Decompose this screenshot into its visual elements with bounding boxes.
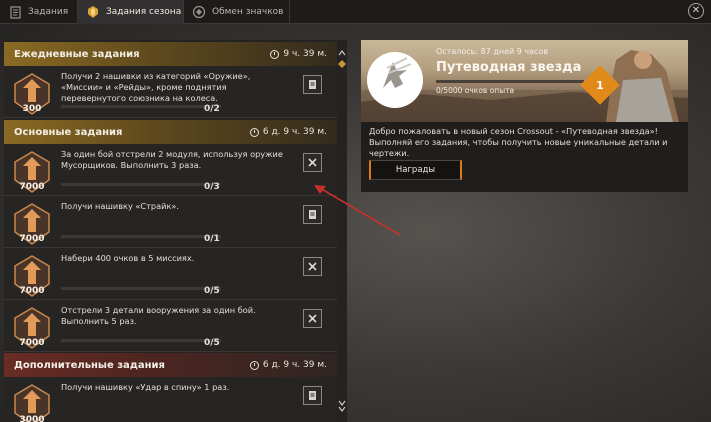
rewards-button-label: Награды — [395, 165, 436, 175]
crossed-guns-icon — [308, 262, 317, 271]
quest-item[interactable]: 7000 Отстрели 3 детали вооружения за оди… — [4, 300, 337, 352]
main-quests-timer: 6 д. 9 ч. 39 м. — [249, 120, 327, 144]
crossed-guns-icon — [308, 158, 317, 167]
quest-details-button[interactable] — [303, 153, 322, 172]
extra-quests-timer: 6 д. 9 ч. 39 м. — [249, 353, 327, 377]
document-icon — [309, 80, 316, 89]
quest-points: 3000 — [19, 415, 45, 422]
quest-progress: 0/5 — [204, 338, 220, 348]
main-timer-text: 6 д. 9 ч. 39 м. — [262, 127, 327, 137]
daily-quests-title: Ежедневные задания — [14, 48, 140, 60]
crossed-guns-icon — [308, 314, 317, 323]
document-icon — [309, 391, 316, 400]
annotation-arrow — [314, 185, 401, 236]
quest-item[interactable]: 3000 Получи нашивку «Удар в спину» 1 раз… — [4, 377, 337, 422]
quest-progress: 0/2 — [204, 104, 220, 114]
daily-quests-timer: 9 ч. 39 м. — [270, 42, 327, 66]
season-level: 1 — [596, 78, 604, 92]
season-card: Осталось: 87 дней 9 часов Путеводная зве… — [361, 40, 688, 192]
tab-season-quests[interactable]: Задания сезона — [78, 0, 184, 24]
quest-points: 7000 — [19, 286, 45, 296]
quest-points: 7000 — [19, 182, 45, 192]
scroll-thumb-icon[interactable] — [338, 60, 346, 68]
daily-quests-header: Ежедневные задания 9 ч. 39 м. — [4, 42, 337, 66]
quest-item[interactable]: 300 Получи 2 нашивки из категорий «Оружи… — [4, 66, 337, 118]
close-icon: ✕ — [691, 5, 701, 16]
quest-item[interactable]: 7000 Набери 400 очков в 5 миссиях. 0/5 — [4, 248, 337, 300]
extra-quests-title: Дополнительные задания — [14, 359, 165, 371]
season-quests-icon — [86, 5, 100, 19]
quest-details-button[interactable] — [303, 257, 322, 276]
tab-badge-exchange-label: Обмен значков — [212, 7, 284, 17]
clock-icon — [249, 127, 259, 137]
extra-timer-text: 6 д. 9 ч. 39 м. — [262, 360, 327, 370]
badge-exchange-icon — [192, 5, 206, 19]
quest-details-button[interactable] — [303, 309, 322, 328]
quest-progress-bar — [61, 183, 221, 186]
season-xp-text: 0/5000 очков опыта — [436, 86, 515, 95]
tab-badge-exchange[interactable]: Обмен значков — [184, 0, 290, 24]
tab-season-quests-label: Задания сезона — [106, 7, 182, 17]
season-banner: Осталось: 87 дней 9 часов Путеводная зве… — [361, 40, 688, 122]
quest-points: 300 — [22, 104, 42, 114]
quest-item[interactable]: 7000 Получи нашивку «Страйк». 0/1 — [4, 196, 337, 248]
quest-progress-bar — [61, 235, 221, 238]
chevron-up-icon[interactable] — [338, 50, 346, 56]
season-welcome-text: Добро пожаловать в новый сезон Crossout … — [369, 126, 668, 158]
quest-progress: 0/3 — [204, 182, 220, 192]
quest-details-button[interactable] — [303, 386, 322, 405]
quest-item[interactable]: 7000 За один бой отстрели 2 модуля, испо… — [4, 144, 337, 196]
quest-description: Получи нашивку «Страйк». — [61, 201, 179, 211]
daily-timer-text: 9 ч. 39 м. — [283, 49, 327, 59]
quest-progress-bar — [61, 339, 221, 342]
main-quests-header: Основные задания 6 д. 9 ч. 39 м. — [4, 120, 337, 144]
chevron-down-icon[interactable] — [338, 406, 346, 412]
tab-quests[interactable]: Задания — [0, 0, 78, 24]
quest-progress: 0/5 — [204, 286, 220, 296]
quest-list-panel[interactable]: Ежедневные задания 9 ч. 39 м. 300 Получи… — [4, 40, 347, 422]
season-time-remaining: Осталось: 87 дней 9 часов — [436, 47, 549, 56]
quest-progress-bar — [61, 105, 221, 108]
quest-description: Получи 2 нашивки из категорий «Оружие», … — [61, 71, 251, 103]
season-xp-bar — [436, 80, 584, 83]
main-quests-title: Основные задания — [14, 126, 123, 138]
tab-quests-label: Задания — [28, 7, 69, 17]
clock-icon — [249, 360, 259, 370]
quest-description: Получи нашивку «Удар в спину» 1 раз. — [61, 382, 230, 392]
quest-description: За один бой отстрели 2 модуля, используя… — [61, 149, 283, 170]
quest-progress-bar — [61, 287, 221, 290]
quests-icon — [8, 5, 22, 19]
clock-icon — [270, 49, 280, 59]
quest-description: Набери 400 очков в 5 миссиях. — [61, 253, 195, 263]
extra-quests-header: Дополнительные задания 6 д. 9 ч. 39 м. — [4, 353, 337, 377]
season-title: Путеводная звезда — [436, 60, 582, 75]
top-tab-bar: Задания Задания сезона Обмен значков ✕ — [0, 0, 711, 24]
quest-points: 7000 — [19, 338, 45, 348]
close-button[interactable]: ✕ — [688, 3, 704, 19]
quest-progress: 0/1 — [204, 234, 220, 244]
quest-details-button[interactable] — [303, 75, 322, 94]
quest-description: Отстрели 3 детали вооружения за один бой… — [61, 305, 256, 326]
quest-points: 7000 — [19, 234, 45, 244]
